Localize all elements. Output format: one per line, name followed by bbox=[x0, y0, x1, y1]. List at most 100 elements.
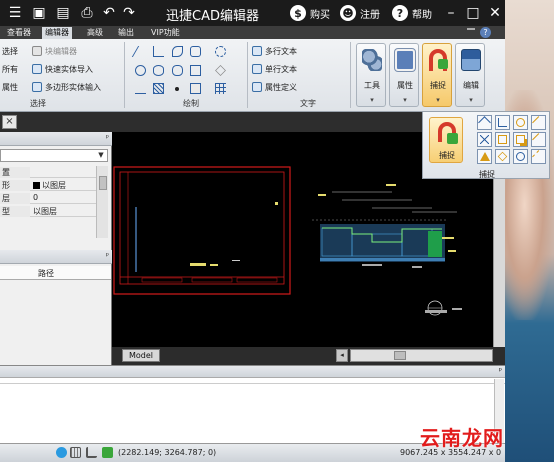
point-icon[interactable] bbox=[175, 87, 179, 91]
snap-mode-node[interactable] bbox=[495, 132, 510, 147]
rounded-shape-icon[interactable] bbox=[172, 65, 183, 76]
snap-button[interactable]: 捕捉 ▾ bbox=[422, 43, 452, 107]
snap-main-button[interactable]: 捕捉 bbox=[429, 117, 463, 163]
ellipse-icon[interactable] bbox=[153, 65, 164, 76]
tab-vip[interactable]: VIP功能 bbox=[148, 27, 183, 39]
snap-mode-endpoint[interactable] bbox=[477, 115, 492, 130]
tab-editor[interactable]: 编辑器 bbox=[42, 27, 72, 39]
snap-mode-extension[interactable] bbox=[531, 149, 546, 164]
attribute-definition-icon bbox=[252, 82, 262, 92]
pin-icon[interactable]: ᵖ bbox=[499, 366, 502, 375]
buy-icon: $ bbox=[290, 5, 306, 21]
register-button[interactable]: ☻ 注册 bbox=[340, 4, 380, 22]
snap-mode-perpendicular[interactable] bbox=[495, 115, 510, 130]
polygon-entity-input-button[interactable]: 多边形实体输入 bbox=[32, 80, 101, 94]
snap-mode-tangent[interactable] bbox=[531, 115, 546, 130]
app-menu-icon[interactable]: ☰ bbox=[6, 4, 24, 22]
spline-icon[interactable] bbox=[190, 46, 201, 57]
save-as-icon[interactable]: ▤ bbox=[54, 4, 72, 22]
snap-mode-midpoint[interactable] bbox=[477, 149, 492, 164]
check-icon bbox=[438, 59, 448, 69]
yellow-text-mark bbox=[190, 263, 206, 266]
ribbon-help-icon[interactable]: ? bbox=[480, 27, 491, 38]
section-label-mark bbox=[425, 310, 447, 313]
rectangle-icon[interactable] bbox=[190, 65, 201, 76]
hatch-icon[interactable] bbox=[153, 83, 164, 94]
save-icon[interactable]: ▣ bbox=[30, 4, 48, 22]
properties-scrollbar[interactable] bbox=[96, 166, 108, 238]
help-icon: ? bbox=[392, 5, 408, 21]
region-icon[interactable] bbox=[190, 83, 201, 94]
table-icon[interactable] bbox=[215, 83, 226, 94]
snap-popup: 捕捉 捕捉 bbox=[422, 111, 550, 179]
maximize-button[interactable]: □ bbox=[462, 2, 484, 24]
snap-mode-apparent[interactable] bbox=[513, 149, 528, 164]
close-document-button[interactable]: × bbox=[2, 115, 17, 129]
snap-mode-quadrant[interactable] bbox=[495, 149, 510, 164]
model-tab[interactable]: Model bbox=[122, 349, 161, 362]
block-editor-icon bbox=[32, 46, 42, 56]
command-line[interactable] bbox=[0, 383, 505, 384]
white-text-mark bbox=[362, 264, 382, 266]
edit-button[interactable]: 编辑 ▾ bbox=[455, 43, 485, 107]
property-row[interactable]: 置 bbox=[0, 166, 96, 178]
entity-selector[interactable]: ▼ bbox=[0, 149, 108, 162]
attribute-definition-button[interactable]: 属性定义 bbox=[252, 80, 297, 94]
quick-entity-import-button[interactable]: 快速实体导入 bbox=[32, 62, 93, 76]
snap-mode-nearest[interactable] bbox=[531, 132, 546, 147]
scroll-thumb[interactable] bbox=[394, 351, 406, 360]
canvas-horizontal-scrollbar[interactable] bbox=[350, 349, 493, 362]
dimension-icon[interactable] bbox=[135, 83, 146, 94]
properties-button[interactable]: 属性 ▾ bbox=[389, 43, 419, 107]
buy-label: 购买 bbox=[310, 9, 330, 21]
line-icon[interactable] bbox=[131, 46, 150, 57]
ortho-toggle-icon[interactable] bbox=[86, 447, 97, 458]
pencil-icon[interactable] bbox=[215, 65, 226, 76]
path-column-header[interactable]: 路径 bbox=[0, 266, 111, 280]
layers-pane-header: ᵖ bbox=[0, 250, 112, 264]
snap-toggle-icon[interactable] bbox=[56, 447, 67, 458]
gear-icon[interactable] bbox=[215, 46, 226, 57]
scroll-thumb[interactable] bbox=[99, 176, 107, 190]
multiline-text-button[interactable]: 多行文本 bbox=[252, 44, 297, 58]
register-icon: ☻ bbox=[340, 5, 356, 21]
undo-icon[interactable]: ↶ bbox=[100, 4, 118, 22]
pin-icon[interactable]: ᵖ bbox=[106, 251, 109, 260]
minimize-button[interactable]: – bbox=[440, 2, 462, 24]
yellow-text-mark bbox=[210, 264, 218, 266]
grid-toggle-icon[interactable] bbox=[70, 447, 81, 458]
select-properties-button[interactable]: 属性 bbox=[2, 80, 18, 94]
buy-button[interactable]: $ 购买 bbox=[290, 4, 330, 22]
snap-mode-intersection[interactable] bbox=[477, 132, 492, 147]
ribbon-collapse-icon[interactable] bbox=[467, 28, 475, 36]
snap-mode-insertion[interactable] bbox=[513, 132, 528, 147]
pin-icon[interactable]: ᵖ bbox=[106, 133, 109, 142]
property-row[interactable]: 型以图层 bbox=[0, 205, 96, 217]
redo-icon[interactable]: ↷ bbox=[120, 4, 138, 22]
polar-toggle-icon[interactable] bbox=[102, 447, 113, 458]
select-button[interactable]: 选择 bbox=[2, 44, 18, 58]
tab-viewer[interactable]: 查看器 bbox=[4, 27, 34, 39]
cursor-coordinates: (2282.149; 3264.787; 0) bbox=[118, 448, 217, 457]
help-button[interactable]: ? 帮助 bbox=[392, 4, 432, 22]
polyline-icon[interactable] bbox=[153, 46, 164, 57]
select-group-label: 选择 bbox=[30, 99, 46, 108]
print-icon[interactable]: ⎙ bbox=[78, 4, 96, 22]
block-editor-button[interactable]: 块编辑器 bbox=[32, 44, 77, 58]
layout-tab-strip: Model ◂ bbox=[112, 347, 505, 365]
arc-icon[interactable] bbox=[172, 46, 183, 57]
tools-button[interactable]: 工具 ▾ bbox=[356, 43, 386, 107]
single-line-text-button[interactable]: 单行文本 bbox=[252, 62, 297, 76]
property-row[interactable]: 形以图层 bbox=[0, 179, 96, 191]
property-row[interactable]: 层0 bbox=[0, 192, 96, 204]
select-all-button[interactable]: 所有 bbox=[2, 62, 18, 76]
scroll-left-button[interactable]: ◂ bbox=[336, 349, 348, 362]
tab-advanced[interactable]: 高级 bbox=[84, 27, 106, 39]
close-button[interactable]: ✕ bbox=[484, 2, 506, 24]
properties-icon bbox=[395, 49, 415, 71]
circle-icon[interactable] bbox=[135, 65, 146, 76]
snap-mode-center[interactable] bbox=[513, 115, 528, 130]
snap-label: 捕捉 bbox=[430, 81, 446, 90]
properties-label: 属性 bbox=[397, 81, 413, 90]
tab-output[interactable]: 输出 bbox=[115, 27, 137, 39]
